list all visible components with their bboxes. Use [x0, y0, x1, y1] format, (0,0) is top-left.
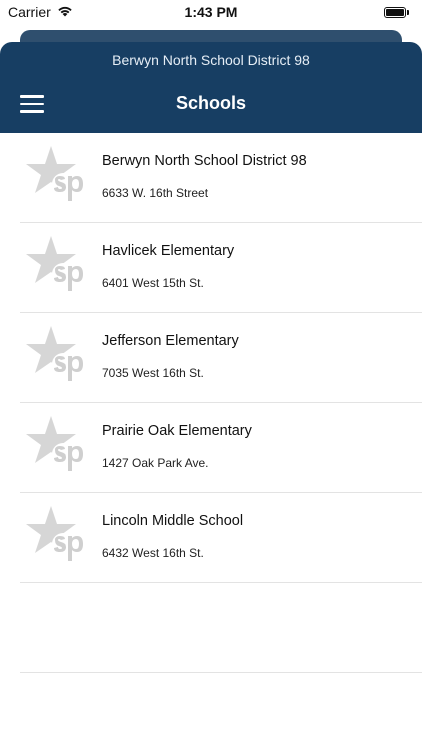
school-address: 7035 West 16th St.	[102, 366, 204, 380]
navigation-header: Berwyn North School District 98 Schools	[0, 42, 422, 133]
carrier-label: Carrier	[8, 4, 51, 20]
school-name: Havlicek Elementary	[102, 243, 235, 259]
sp-star-logo-icon	[22, 233, 92, 301]
school-address: 6432 West 16th St.	[102, 546, 204, 560]
school-address: 6633 W. 16th Street	[102, 186, 209, 200]
school-name: Jefferson Elementary	[102, 333, 239, 349]
school-list-item[interactable]: Havlicek Elementary 6401 West 15th St.	[20, 223, 422, 313]
school-address: 1427 Oak Park Ave.	[102, 456, 209, 470]
sp-star-logo-icon	[22, 143, 92, 211]
school-list-item[interactable]: Berwyn North School District 98 6633 W. …	[20, 133, 422, 223]
sp-star-logo-icon	[22, 323, 92, 391]
wifi-icon	[57, 4, 73, 20]
school-list-item[interactable]: Prairie Oak Elementary 1427 Oak Park Ave…	[20, 403, 422, 493]
school-name: Berwyn North School District 98	[102, 153, 307, 169]
school-address: 6401 West 15th St.	[102, 276, 204, 290]
battery-icon	[384, 6, 409, 18]
status-left: Carrier	[8, 4, 73, 20]
school-list-item[interactable]: Jefferson Elementary 7035 West 16th St.	[20, 313, 422, 403]
school-list-item[interactable]: Lincoln Middle School 6432 West 16th St.	[20, 493, 422, 583]
status-bar: Carrier 1:43 PM	[0, 0, 422, 24]
sp-star-logo-icon	[22, 413, 92, 481]
school-name: Lincoln Middle School	[102, 513, 244, 529]
page-title: Schools	[175, 93, 246, 113]
school-name: Prairie Oak Elementary	[102, 423, 252, 439]
sp-star-logo-icon	[22, 503, 92, 571]
district-name: Berwyn North School District 98	[112, 52, 310, 68]
empty-list-row	[20, 583, 422, 673]
school-list: Berwyn North School District 98 6633 W. …	[0, 133, 422, 673]
